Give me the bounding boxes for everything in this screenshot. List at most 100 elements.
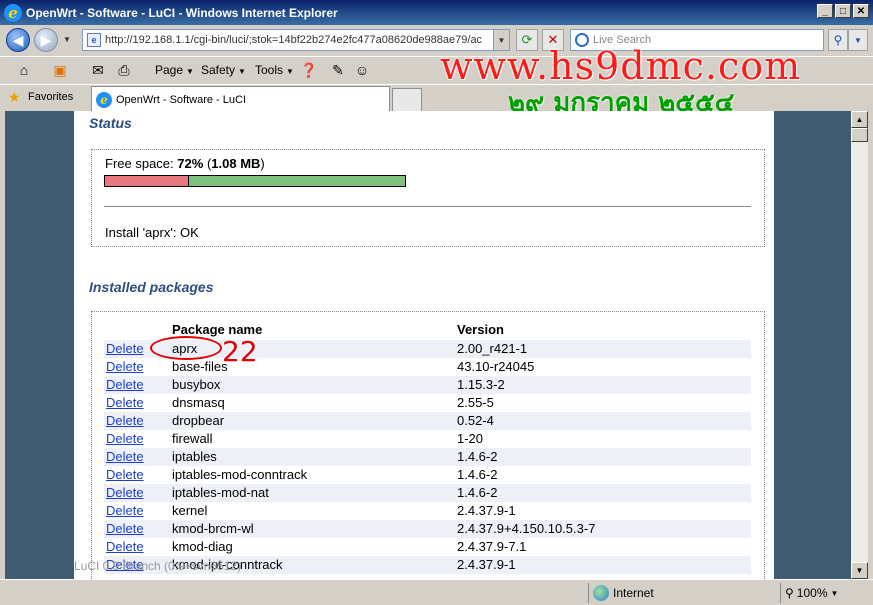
title-bar: e OpenWrt - Software - LuCI - Windows In… xyxy=(0,0,873,25)
page-menu[interactable]: Page ▼ xyxy=(155,63,194,77)
package-version: 1-20 xyxy=(457,431,484,446)
package-row: Delete iptables 1.4.6-2 xyxy=(104,448,751,466)
delete-link[interactable]: Delete xyxy=(106,503,144,518)
package-name: dropbear xyxy=(172,413,225,428)
status-heading: Status xyxy=(89,115,132,131)
installed-packages-heading: Installed packages xyxy=(89,279,214,295)
delete-link[interactable]: Delete xyxy=(106,413,144,428)
zone-label: Internet xyxy=(613,586,654,600)
status-bar: Internet ⚲ 100% ▼ xyxy=(0,579,873,605)
zoom-dropdown-icon[interactable]: ▼ xyxy=(831,589,839,598)
vertical-scrollbar[interactable]: ▲ ▼ xyxy=(851,111,868,579)
zoom-level: 100% xyxy=(796,586,828,600)
package-name: firewall xyxy=(172,431,213,446)
package-row: Delete iptables-mod-nat 1.4.6-2 xyxy=(104,484,751,502)
tab-ie-icon: e xyxy=(96,91,112,108)
package-version: 43.10-r24045 xyxy=(457,359,535,374)
luci-footer: LuCI 0.9 Branch (0.9+svn6512) xyxy=(74,559,242,573)
package-name: busybox xyxy=(172,377,221,392)
delete-link[interactable]: Delete xyxy=(106,539,144,554)
package-version: 1.4.6-2 xyxy=(457,449,498,464)
safety-menu-label: Safety xyxy=(201,63,236,77)
package-name: kmod-diag xyxy=(172,539,233,554)
package-row: Delete kmod-brcm-wl 2.4.37.9+4.150.10.5.3-… xyxy=(104,520,751,538)
security-zone[interactable]: Internet xyxy=(588,583,654,603)
used-space-fill xyxy=(105,176,189,186)
package-row: Delete kernel 2.4.37.9-1 xyxy=(104,502,751,520)
delete-link[interactable]: Delete xyxy=(106,485,144,500)
back-button[interactable]: ◀ xyxy=(6,28,30,52)
help-icon[interactable]: ❓ xyxy=(300,62,317,78)
delete-link[interactable]: Delete xyxy=(106,467,144,482)
package-row: Delete base-files 43.10-r24045 xyxy=(104,358,751,376)
package-row: Delete firewall 1-20 xyxy=(104,430,751,448)
delete-link[interactable]: Delete xyxy=(106,521,144,536)
feeds-icon[interactable]: ▣ xyxy=(52,62,68,78)
minimize-button[interactable]: _ xyxy=(817,4,833,18)
search-options-dropdown-icon[interactable]: ▼ xyxy=(848,29,868,51)
read-mail-icon[interactable]: ✉ xyxy=(90,62,106,78)
annotation-circle xyxy=(150,336,222,360)
forward-button[interactable]: ▶ xyxy=(34,28,58,52)
favorites-button[interactable]: Favorites xyxy=(28,91,73,103)
search-button[interactable]: ⚲ xyxy=(828,29,848,51)
package-row: Delete iptables-mod-conntrack 1.4.6-2 xyxy=(104,466,751,484)
package-row: Delete dnsmasq 2.55-5 xyxy=(104,394,751,412)
install-message: Install 'aprx': OK xyxy=(105,225,199,240)
research-icon[interactable]: ✎ xyxy=(330,62,346,78)
package-row: Delete kmod-diag 2.4.37.9-7.1 xyxy=(104,538,751,556)
free-space-fill xyxy=(189,176,405,186)
column-header-version: Version xyxy=(457,322,504,337)
delete-link[interactable]: Delete xyxy=(106,359,144,374)
free-space-percent: 72% xyxy=(177,156,204,171)
package-version: 2.55-5 xyxy=(457,395,494,410)
free-space-label: Free space: xyxy=(105,156,174,171)
package-version: 2.4.37.9-1 xyxy=(457,557,516,572)
zoom-magnifier-icon: ⚲ xyxy=(785,586,794,600)
delete-link[interactable]: Delete xyxy=(106,377,144,392)
new-tab-button[interactable] xyxy=(392,88,422,112)
free-space-close-paren: ) xyxy=(260,156,265,171)
internet-globe-icon xyxy=(593,585,609,601)
page-icon: e xyxy=(87,33,101,47)
print-icon[interactable]: ⎙ xyxy=(116,62,132,78)
package-version: 2.00_r421-1 xyxy=(457,341,528,356)
divider xyxy=(104,206,751,207)
browser-tab[interactable]: e OpenWrt - Software - LuCI xyxy=(91,86,390,112)
delete-link[interactable]: Delete xyxy=(106,431,144,446)
close-button[interactable]: ✕ xyxy=(853,4,869,18)
tools-menu[interactable]: Tools ▼ xyxy=(255,63,294,77)
page-viewport: Status Free space: 72% (1.08 MB) Install… xyxy=(5,111,851,579)
zoom-control[interactable]: ⚲ 100% ▼ xyxy=(780,583,838,603)
package-version: 1.15.3-2 xyxy=(457,377,505,392)
package-version: 2.4.37.9+4.150.10.5.3-7 xyxy=(457,521,596,536)
delete-link[interactable]: Delete xyxy=(106,395,144,410)
tools-menu-label: Tools xyxy=(255,63,284,77)
package-version: 1.4.6-2 xyxy=(457,485,498,500)
scroll-thumb[interactable] xyxy=(851,128,868,142)
messenger-icon[interactable]: ☺ xyxy=(354,62,370,78)
window-controls: _ □ ✕ xyxy=(817,4,869,18)
safety-menu[interactable]: Safety ▼ xyxy=(201,63,246,77)
maximize-button[interactable]: □ xyxy=(835,4,851,18)
favorites-star-icon[interactable]: ★ xyxy=(8,89,21,106)
scroll-up-button[interactable]: ▲ xyxy=(851,111,868,128)
package-name: kmod-brcm-wl xyxy=(172,521,254,536)
delete-link[interactable]: Delete xyxy=(106,449,144,464)
address-url: http://192.168.1.1/cgi-bin/luci/;stok=14… xyxy=(105,34,483,46)
annotation-number: 22 xyxy=(222,335,258,368)
tab-title: OpenWrt - Software - LuCI xyxy=(116,93,247,106)
scroll-down-button[interactable]: ▼ xyxy=(851,562,868,579)
package-row: Delete dropbear 0.52-4 xyxy=(104,412,751,430)
free-space-text: Free space: 72% (1.08 MB) xyxy=(105,156,265,171)
delete-link[interactable]: Delete xyxy=(106,341,144,356)
package-version: 2.4.37.9-1 xyxy=(457,503,516,518)
free-space-bar xyxy=(104,175,406,187)
page-menu-label: Page xyxy=(155,63,184,77)
recent-pages-dropdown-icon[interactable]: ▼ xyxy=(63,35,71,44)
package-name: base-files xyxy=(172,359,228,374)
status-fieldset: Free space: 72% (1.08 MB) Install 'aprx'… xyxy=(91,149,765,247)
package-name: dnsmasq xyxy=(172,395,225,410)
home-icon[interactable]: ⌂ xyxy=(16,62,32,78)
package-version: 2.4.37.9-7.1 xyxy=(457,539,527,554)
